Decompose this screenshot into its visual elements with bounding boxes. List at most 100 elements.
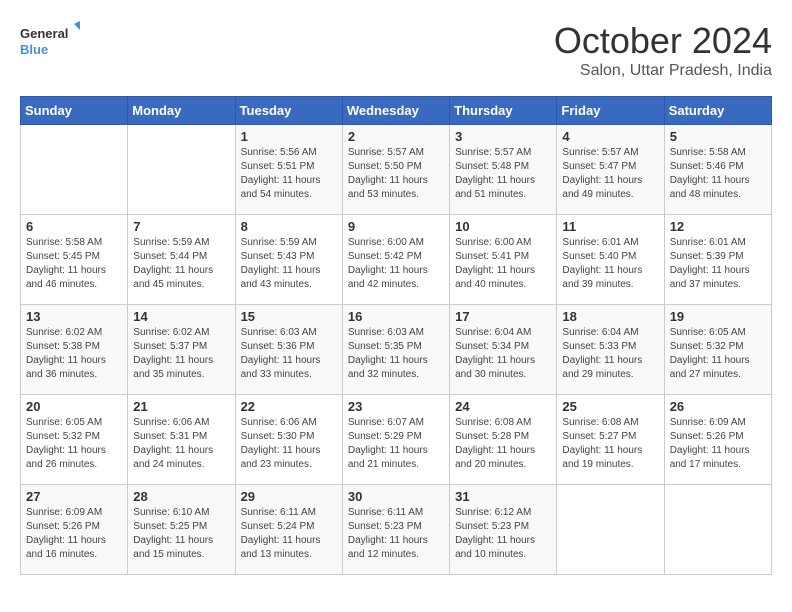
day-cell: 21 Sunrise: 6:06 AM Sunset: 5:31 PM Dayli… <box>128 395 235 485</box>
svg-text:General: General <box>20 26 68 41</box>
col-header-sunday: Sunday <box>21 97 128 125</box>
day-number: 16 <box>348 309 444 324</box>
day-cell: 23Sunrise: 6:07 AM Sunset: 5:29 PM Dayli… <box>342 395 449 485</box>
day-info: Sunrise: 6:01 AM Sunset: 5:40 PM Dayligh… <box>562 236 658 292</box>
day-cell: 19 Sunrise: 6:05 AM Sunset: 5:32 PM Dayli… <box>664 305 771 395</box>
day-number: 25 <box>562 399 658 414</box>
day-cell: 24 Sunrise: 6:08 AM Sunset: 5:28 PM Dayli… <box>450 395 557 485</box>
day-info: Sunrise: 6:12 AM Sunset: 5:23 PM Dayligh… <box>455 506 551 562</box>
calendar-table: SundayMondayTuesdayWednesdayThursdayFrid… <box>20 96 772 575</box>
day-number: 26 <box>670 399 766 414</box>
day-cell: 20 Sunrise: 6:05 AM Sunset: 5:32 PM Dayli… <box>21 395 128 485</box>
day-info: Sunrise: 5:58 AM Sunset: 5:46 PM Dayligh… <box>670 146 766 202</box>
day-cell: 7 Sunrise: 5:59 AM Sunset: 5:44 PM Daylig… <box>128 215 235 305</box>
day-cell: 8 Sunrise: 5:59 AM Sunset: 5:43 PM Daylig… <box>235 215 342 305</box>
day-cell: 27Sunrise: 6:09 AM Sunset: 5:26 PM Dayli… <box>21 485 128 575</box>
day-cell <box>21 125 128 215</box>
day-cell: 9 Sunrise: 6:00 AM Sunset: 5:42 PM Daylig… <box>342 215 449 305</box>
day-number: 30 <box>348 489 444 504</box>
day-info: Sunrise: 6:06 AM Sunset: 5:31 PM Dayligh… <box>133 416 229 472</box>
day-number: 24 <box>455 399 551 414</box>
day-cell: 29 Sunrise: 6:11 AM Sunset: 5:24 PM Dayli… <box>235 485 342 575</box>
logo: General Blue <box>20 20 80 64</box>
day-number: 20 <box>26 399 122 414</box>
day-info: Sunrise: 6:11 AM Sunset: 5:24 PM Dayligh… <box>241 506 337 562</box>
day-number: 17 <box>455 309 551 324</box>
day-info: Sunrise: 6:06 AM Sunset: 5:30 PM Dayligh… <box>241 416 337 472</box>
day-number: 9 <box>348 219 444 234</box>
day-info: Sunrise: 5:57 AM Sunset: 5:47 PM Dayligh… <box>562 146 658 202</box>
day-number: 2 <box>348 129 444 144</box>
day-number: 15 <box>241 309 337 324</box>
day-info: Sunrise: 5:59 AM Sunset: 5:43 PM Dayligh… <box>241 236 337 292</box>
day-info: Sunrise: 6:08 AM Sunset: 5:28 PM Dayligh… <box>455 416 551 472</box>
week-row-4: 20 Sunrise: 6:05 AM Sunset: 5:32 PM Dayli… <box>21 395 772 485</box>
day-info: Sunrise: 5:59 AM Sunset: 5:44 PM Dayligh… <box>133 236 229 292</box>
day-cell: 2 Sunrise: 5:57 AM Sunset: 5:50 PM Daylig… <box>342 125 449 215</box>
day-number: 28 <box>133 489 229 504</box>
day-number: 27 <box>26 489 122 504</box>
week-row-1: 1 Sunrise: 5:56 AM Sunset: 5:51 PM Daylig… <box>21 125 772 215</box>
svg-text:Blue: Blue <box>20 42 48 57</box>
day-cell: 15 Sunrise: 6:03 AM Sunset: 5:36 PM Dayli… <box>235 305 342 395</box>
col-header-friday: Friday <box>557 97 664 125</box>
day-number: 18 <box>562 309 658 324</box>
day-info: Sunrise: 6:00 AM Sunset: 5:42 PM Dayligh… <box>348 236 444 292</box>
day-cell: 3Sunrise: 5:57 AM Sunset: 5:48 PM Daylig… <box>450 125 557 215</box>
day-info: Sunrise: 6:05 AM Sunset: 5:32 PM Dayligh… <box>26 416 122 472</box>
day-cell: 26 Sunrise: 6:09 AM Sunset: 5:26 PM Dayli… <box>664 395 771 485</box>
day-cell: 30Sunrise: 6:11 AM Sunset: 5:23 PM Dayli… <box>342 485 449 575</box>
day-number: 19 <box>670 309 766 324</box>
week-row-3: 13 Sunrise: 6:02 AM Sunset: 5:38 PM Dayli… <box>21 305 772 395</box>
day-info: Sunrise: 5:57 AM Sunset: 5:50 PM Dayligh… <box>348 146 444 202</box>
day-number: 7 <box>133 219 229 234</box>
day-info: Sunrise: 6:02 AM Sunset: 5:38 PM Dayligh… <box>26 326 122 382</box>
day-info: Sunrise: 6:05 AM Sunset: 5:32 PM Dayligh… <box>670 326 766 382</box>
day-info: Sunrise: 6:10 AM Sunset: 5:25 PM Dayligh… <box>133 506 229 562</box>
week-row-5: 27Sunrise: 6:09 AM Sunset: 5:26 PM Dayli… <box>21 485 772 575</box>
day-info: Sunrise: 5:56 AM Sunset: 5:51 PM Dayligh… <box>241 146 337 202</box>
day-info: Sunrise: 5:58 AM Sunset: 5:45 PM Dayligh… <box>26 236 122 292</box>
day-cell: 17Sunrise: 6:04 AM Sunset: 5:34 PM Dayli… <box>450 305 557 395</box>
day-cell: 28 Sunrise: 6:10 AM Sunset: 5:25 PM Dayli… <box>128 485 235 575</box>
day-cell: 11 Sunrise: 6:01 AM Sunset: 5:40 PM Dayli… <box>557 215 664 305</box>
col-header-monday: Monday <box>128 97 235 125</box>
day-info: Sunrise: 6:04 AM Sunset: 5:33 PM Dayligh… <box>562 326 658 382</box>
col-header-tuesday: Tuesday <box>235 97 342 125</box>
day-cell <box>664 485 771 575</box>
col-header-thursday: Thursday <box>450 97 557 125</box>
day-cell: 10Sunrise: 6:00 AM Sunset: 5:41 PM Dayli… <box>450 215 557 305</box>
day-info: Sunrise: 6:09 AM Sunset: 5:26 PM Dayligh… <box>670 416 766 472</box>
day-number: 12 <box>670 219 766 234</box>
day-number: 5 <box>670 129 766 144</box>
day-number: 4 <box>562 129 658 144</box>
day-number: 1 <box>241 129 337 144</box>
day-number: 6 <box>26 219 122 234</box>
day-number: 8 <box>241 219 337 234</box>
day-cell: 5 Sunrise: 5:58 AM Sunset: 5:46 PM Daylig… <box>664 125 771 215</box>
day-number: 13 <box>26 309 122 324</box>
day-number: 22 <box>241 399 337 414</box>
day-info: Sunrise: 6:03 AM Sunset: 5:36 PM Dayligh… <box>241 326 337 382</box>
day-number: 29 <box>241 489 337 504</box>
day-info: Sunrise: 5:57 AM Sunset: 5:48 PM Dayligh… <box>455 146 551 202</box>
month-title: October 2024 <box>554 20 772 62</box>
day-number: 31 <box>455 489 551 504</box>
day-cell: 18 Sunrise: 6:04 AM Sunset: 5:33 PM Dayli… <box>557 305 664 395</box>
location-title: Salon, Uttar Pradesh, India <box>554 62 772 80</box>
day-number: 11 <box>562 219 658 234</box>
day-cell: 25Sunrise: 6:08 AM Sunset: 5:27 PM Dayli… <box>557 395 664 485</box>
day-cell: 14Sunrise: 6:02 AM Sunset: 5:37 PM Dayli… <box>128 305 235 395</box>
day-cell <box>557 485 664 575</box>
page-header: General Blue October 2024 Salon, Uttar P… <box>20 20 772 80</box>
day-info: Sunrise: 6:03 AM Sunset: 5:35 PM Dayligh… <box>348 326 444 382</box>
day-cell: 16 Sunrise: 6:03 AM Sunset: 5:35 PM Dayli… <box>342 305 449 395</box>
day-number: 21 <box>133 399 229 414</box>
day-cell: 22 Sunrise: 6:06 AM Sunset: 5:30 PM Dayli… <box>235 395 342 485</box>
day-cell: 6 Sunrise: 5:58 AM Sunset: 5:45 PM Daylig… <box>21 215 128 305</box>
day-number: 14 <box>133 309 229 324</box>
day-number: 23 <box>348 399 444 414</box>
day-cell: 1 Sunrise: 5:56 AM Sunset: 5:51 PM Daylig… <box>235 125 342 215</box>
week-row-2: 6 Sunrise: 5:58 AM Sunset: 5:45 PM Daylig… <box>21 215 772 305</box>
day-info: Sunrise: 6:00 AM Sunset: 5:41 PM Dayligh… <box>455 236 551 292</box>
